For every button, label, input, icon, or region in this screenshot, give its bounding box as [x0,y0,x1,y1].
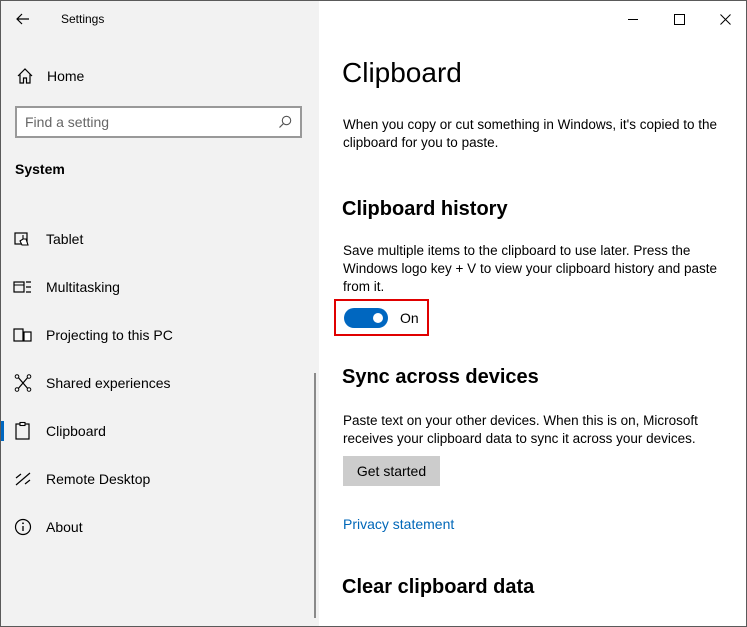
settings-window: Settings Home System [0,0,747,627]
clipboard-history-description: Save multiple items to the clipboard to … [343,243,718,294]
home-icon [15,66,35,86]
section-title-system: System [15,161,65,177]
clipboard-history-heading: Clipboard history [342,198,508,220]
sidebar-item-projecting[interactable]: Projecting to this PC [1,311,319,359]
title-bar: Settings [1,1,319,37]
privacy-statement-link[interactable]: Privacy statement [343,516,454,532]
search-input[interactable] [25,114,278,130]
sidebar-item-label: Tablet [46,231,84,247]
sidebar-item-label: Shared experiences [46,375,171,391]
clipboard-history-toggle[interactable] [344,307,388,328]
sidebar-item-label: About [46,519,83,535]
toggle-knob [373,312,383,323]
sidebar-item-multitasking[interactable]: Multitasking [1,263,319,311]
app-title: Settings [61,12,105,26]
intro-text: When you copy or cut something in Window… [343,117,718,150]
back-button[interactable] [1,1,45,37]
content-pane: Clipboard When you copy or cut something… [319,1,746,626]
tablet-icon [13,229,33,249]
close-icon [719,13,731,25]
sync-heading: Sync across devices [342,366,539,388]
sidebar-item-label: Remote Desktop [46,471,151,487]
sidebar-item-shared-experiences[interactable]: Shared experiences [1,359,319,407]
remote-desktop-icon [13,469,33,489]
get-started-button[interactable]: Get started [343,456,440,486]
sidebar-item-label: Clipboard [46,423,106,439]
nav-home-label: Home [47,68,85,84]
projecting-icon [13,325,33,345]
window-controls [610,1,746,37]
nav-scrollbar[interactable] [314,373,316,618]
sidebar-item-label: Multitasking [46,279,120,295]
search-icon[interactable] [278,115,292,129]
navigation-pane: Settings Home System [1,1,319,626]
nav-home[interactable]: Home [1,59,319,93]
nav-list: Tablet Multitasking Projecting to this P… [1,215,319,551]
sidebar-item-label: Projecting to this PC [46,327,173,343]
maximize-button[interactable] [656,1,702,37]
sidebar-item-about[interactable]: About [1,503,319,551]
sync-description: Paste text on your other devices. When t… [343,413,698,446]
close-button[interactable] [702,1,746,37]
back-arrow-icon [16,13,29,25]
toggle-state-label: On [400,309,419,326]
search-box[interactable] [15,106,302,138]
shared-experiences-icon [13,373,33,393]
clear-clipboard-heading: Clear clipboard data [342,576,535,598]
minimize-icon [627,18,638,20]
page-title: Clipboard [342,57,462,88]
sidebar-item-remote-desktop[interactable]: Remote Desktop [1,455,319,503]
sidebar-item-clipboard[interactable]: Clipboard [1,407,319,455]
maximize-icon [673,13,685,25]
multitasking-icon [13,277,33,297]
clipboard-history-toggle-highlight: On [334,299,429,336]
info-icon [13,517,33,537]
minimize-button[interactable] [610,1,656,37]
clipboard-icon [13,421,33,441]
sidebar-item-tablet[interactable]: Tablet [1,215,319,263]
